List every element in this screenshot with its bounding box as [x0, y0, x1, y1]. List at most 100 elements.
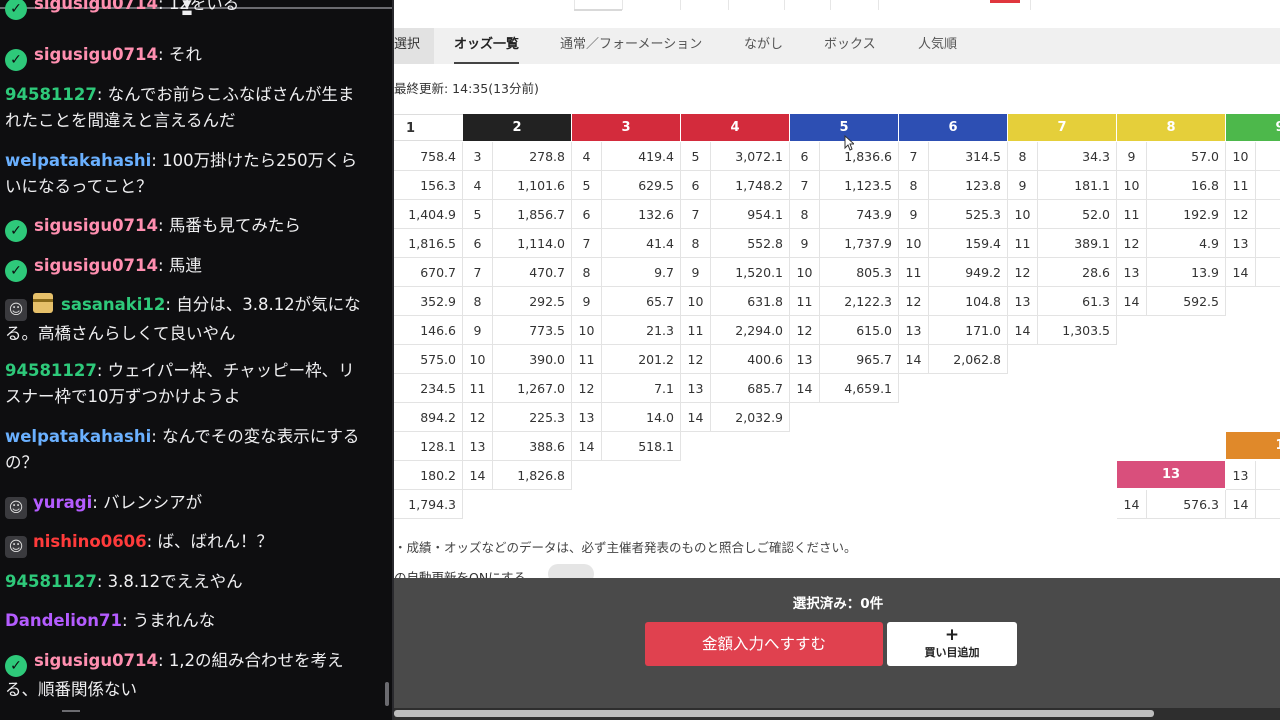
add-bet-button[interactable]: + 買い目追加	[887, 622, 1017, 666]
odds-cell[interactable]: 400.6	[711, 345, 790, 374]
odds-cell[interactable]: 146.6	[394, 316, 463, 345]
odds-cell[interactable]: 685.7	[711, 374, 790, 403]
odds-cell[interactable]: 292.5	[493, 287, 572, 316]
odds-cell[interactable]: 575.0	[394, 345, 463, 374]
odds-cell[interactable]: 1,404.9	[394, 200, 463, 229]
tab-odds-list[interactable]: オッズ一覧	[454, 28, 520, 64]
odds-cell[interactable]: 21.3	[602, 316, 681, 345]
odds-cell[interactable]: 552.8	[711, 229, 790, 258]
odds-cell[interactable]: 965.7	[820, 345, 899, 374]
odds-cell[interactable]: 28.6	[1038, 258, 1117, 287]
horizontal-scrollbar[interactable]	[394, 710, 1154, 717]
chat-username[interactable]: welpatakahashi	[5, 151, 151, 170]
odds-cell[interactable]: 128.1	[394, 432, 463, 461]
odds-cell[interactable]: 278.8	[493, 142, 572, 171]
odds-cell[interactable]: 1,520.1	[711, 258, 790, 287]
odds-cell[interactable]: 34.3	[1038, 142, 1117, 171]
odds-cell[interactable]: 592.5	[1147, 287, 1226, 316]
odds-cell[interactable]: 180.2	[394, 461, 463, 490]
odds-cell[interactable]: 2,062.8	[929, 345, 1008, 374]
odds-cell[interactable]: 201.2	[602, 345, 681, 374]
odds-cell[interactable]: 13.9	[1147, 258, 1226, 287]
proceed-to-amount-button[interactable]: 金額入力へすすむ	[645, 622, 883, 666]
chat-username[interactable]: yuragi	[33, 493, 92, 512]
odds-cell[interactable]: 123.8	[929, 171, 1008, 200]
odds-cell[interactable]: 61.3	[1038, 287, 1117, 316]
chat-username[interactable]: sigusigu0714	[34, 216, 158, 235]
odds-cell[interactable]: 949.2	[929, 258, 1008, 287]
odds-cell[interactable]: 3,072.1	[711, 142, 790, 171]
odds-cell[interactable]: 615.0	[820, 316, 899, 345]
chat-username[interactable]: 94581127	[5, 361, 97, 380]
odds-cell[interactable]: 390.0	[493, 345, 572, 374]
odds-cell[interactable]: 1,856.7	[493, 200, 572, 229]
odds-cell[interactable]: 1,114.0	[493, 229, 572, 258]
odds-cell[interactable]: 773.5	[493, 316, 572, 345]
odds-cell[interactable]: 171.0	[929, 316, 1008, 345]
odds-cell[interactable]: 1,826.8	[493, 461, 572, 490]
chat-scrollbar[interactable]	[385, 682, 389, 706]
odds-cell[interactable]: 1,794.3	[394, 490, 463, 519]
odds-cell[interactable]: 525.3	[929, 200, 1008, 229]
odds-cell[interactable]: 16.8	[1147, 171, 1226, 200]
odds-cell[interactable]: 1,303.5	[1038, 316, 1117, 345]
odds-cell[interactable]: 576.3	[1147, 490, 1226, 519]
odds-cell[interactable]: 159.4	[929, 229, 1008, 258]
chat-username[interactable]: 94581127	[5, 572, 97, 591]
odds-cell[interactable]: 192.9	[1147, 200, 1226, 229]
chat-username[interactable]: sigusigu0714	[34, 45, 158, 64]
odds-cell[interactable]: 1,123.5	[820, 171, 899, 200]
chat-username[interactable]: sasanaki12	[61, 295, 165, 314]
odds-cell[interactable]: 1,816.5	[394, 229, 463, 258]
odds-cell[interactable]: 234.5	[394, 374, 463, 403]
odds-cell[interactable]: 670.7	[394, 258, 463, 287]
odds-cell[interactable]: 181.1	[1038, 171, 1117, 200]
odds-cell[interactable]: 894.2	[394, 403, 463, 432]
tab-nagashi[interactable]: ながし	[744, 28, 783, 64]
odds-cell[interactable]	[1256, 171, 1280, 200]
odds-cell[interactable]: 225.3	[493, 403, 572, 432]
odds-cell[interactable]: 743.9	[820, 200, 899, 229]
odds-cell[interactable]: 388.6	[493, 432, 572, 461]
odds-cell[interactable]: 132.6	[602, 200, 681, 229]
odds-cell[interactable]: 2,294.0	[711, 316, 790, 345]
odds-cell[interactable]: 14.0	[602, 403, 681, 432]
odds-cell[interactable]: 41.4	[602, 229, 681, 258]
odds-cell[interactable]: 57.0	[1147, 142, 1226, 171]
odds-cell[interactable]: 1,267.0	[493, 374, 572, 403]
odds-cell[interactable]: 65.7	[602, 287, 681, 316]
chat-username[interactable]: sigusigu0714	[34, 0, 158, 13]
odds-cell[interactable]: 518.1	[602, 432, 681, 461]
tab-select[interactable]: 選択	[394, 28, 434, 64]
odds-cell[interactable]: 52.0	[1038, 200, 1117, 229]
odds-cell[interactable]: 1,748.2	[711, 171, 790, 200]
odds-cell[interactable]: 1,101.6	[493, 171, 572, 200]
odds-cell[interactable]	[1256, 142, 1280, 171]
odds-cell[interactable]: 2,122.3	[820, 287, 899, 316]
odds-cell[interactable]	[1256, 229, 1280, 258]
odds-cell[interactable]: 631.8	[711, 287, 790, 316]
chat-username[interactable]: Dandelion71	[5, 611, 122, 630]
odds-cell[interactable]: 1,737.9	[820, 229, 899, 258]
odds-cell[interactable]: 1,836.6	[820, 142, 899, 171]
tab-normal-formation[interactable]: 通常／フォーメーション	[560, 28, 702, 64]
chat-username[interactable]: 94581127	[5, 85, 97, 104]
odds-cell[interactable]: 758.4	[394, 142, 463, 171]
chat-username[interactable]: welpatakahashi	[5, 427, 151, 446]
odds-cell[interactable]: 954.1	[711, 200, 790, 229]
tab-box[interactable]: ボックス	[824, 28, 876, 64]
chat-username[interactable]: sigusigu0714	[34, 256, 158, 275]
odds-cell[interactable]	[1256, 490, 1280, 519]
odds-cell[interactable]: 104.8	[929, 287, 1008, 316]
odds-cell[interactable]	[1256, 461, 1280, 490]
odds-cell[interactable]: 2,032.9	[711, 403, 790, 432]
odds-cell[interactable]: 629.5	[602, 171, 681, 200]
odds-cell[interactable]: 805.3	[820, 258, 899, 287]
odds-cell[interactable]: 9.7	[602, 258, 681, 287]
odds-cell[interactable]: 156.3	[394, 171, 463, 200]
odds-cell[interactable]	[1256, 200, 1280, 229]
odds-cell[interactable]	[1256, 258, 1280, 287]
odds-cell[interactable]: 314.5	[929, 142, 1008, 171]
odds-cell[interactable]: 7.1	[602, 374, 681, 403]
chat-username[interactable]: nishino0606	[33, 532, 147, 551]
